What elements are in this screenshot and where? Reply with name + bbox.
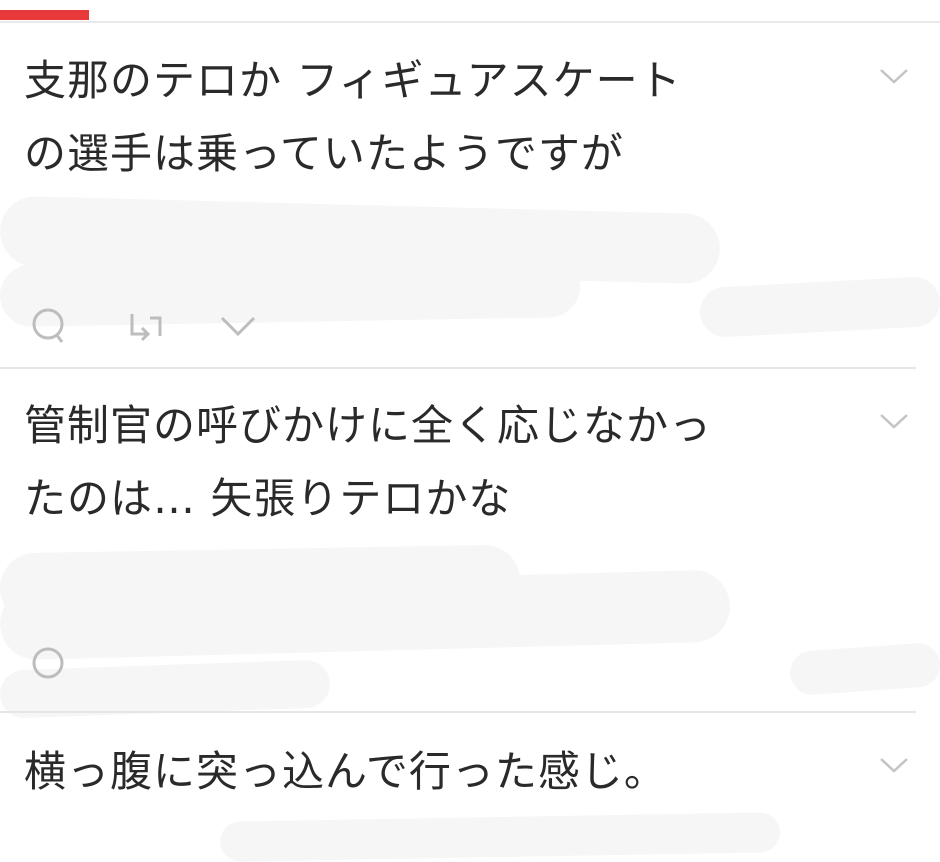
redaction-mark bbox=[0, 254, 581, 328]
redaction-mark bbox=[698, 275, 940, 339]
comment-text-line-2: たのは… 矢張りテロかな bbox=[24, 474, 512, 523]
collapse-chevron-icon[interactable] bbox=[878, 755, 910, 775]
redaction-mark bbox=[788, 641, 940, 697]
redaction-mark bbox=[219, 812, 781, 862]
comment-item-1: 支那のテロか フィギュアスケート の選手は乗っていたようですが bbox=[0, 0, 940, 368]
comment-item-3: 横っ腹に突っ込んで行った感じ。 bbox=[0, 713, 940, 862]
comment-text-line-1: 管制官の呼びかけに全く応じなかっ bbox=[24, 401, 713, 450]
comment-text-line-2: の選手は乗っていたようですが bbox=[24, 129, 624, 178]
reply-icon[interactable] bbox=[28, 645, 68, 685]
reply-icon[interactable] bbox=[28, 306, 68, 346]
comment-text: 支那のテロか フィギュアスケート の選手は乗っていたようですが bbox=[24, 44, 854, 190]
comment-text: 横っ腹に突っ込んで行った感じ。 bbox=[24, 735, 854, 808]
collapse-chevron-icon[interactable] bbox=[878, 66, 910, 86]
retweet-icon[interactable] bbox=[126, 306, 166, 346]
comment-item-2: 管制官の呼びかけに全く応じなかっ たのは… 矢張りテロかな bbox=[0, 369, 940, 719]
comment-text-line-1: 横っ腹に突っ込んで行った感じ。 bbox=[24, 747, 667, 796]
chevron-down-icon[interactable] bbox=[218, 306, 258, 346]
comment-text: 管制官の呼びかけに全く応じなかっ たのは… 矢張りテロかな bbox=[24, 389, 854, 535]
collapse-chevron-icon[interactable] bbox=[878, 411, 910, 431]
comment-text-line-1: 支那のテロか フィギュアスケート bbox=[24, 56, 682, 105]
